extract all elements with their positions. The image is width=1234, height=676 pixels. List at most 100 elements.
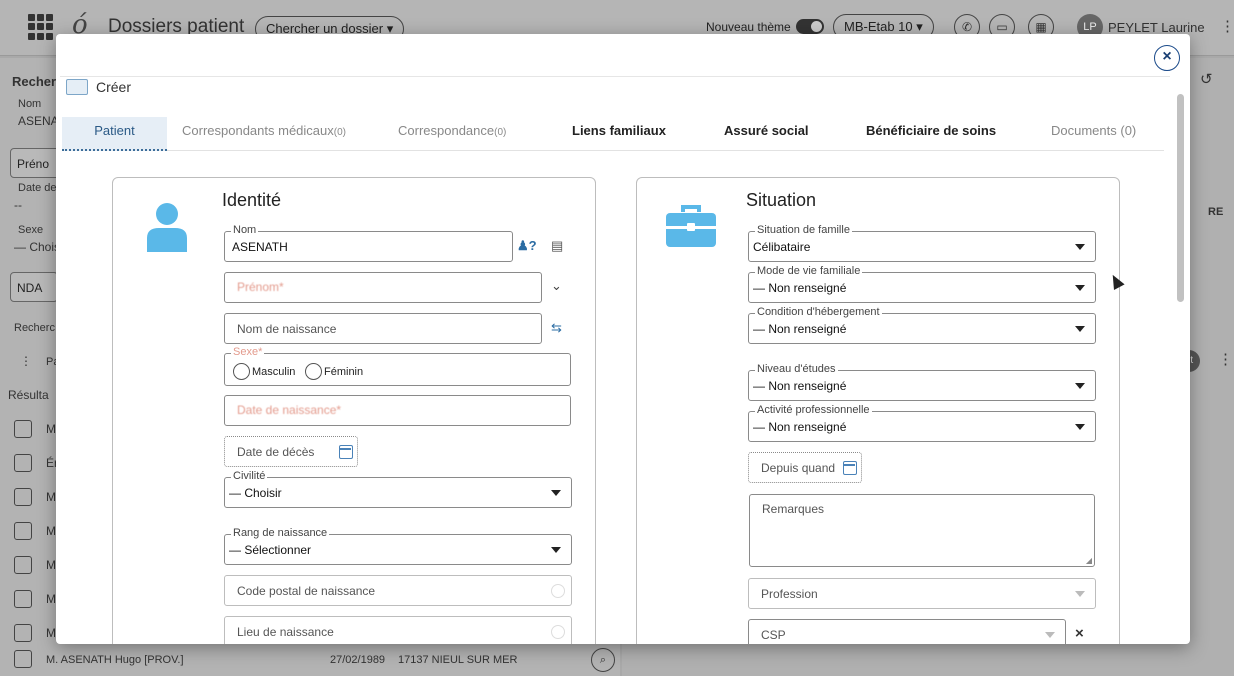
calendar-icon[interactable]	[843, 461, 857, 475]
etudes-select[interactable]: Niveau d'études — Non renseigné	[748, 363, 1096, 401]
rang-naissance-select[interactable]: Rang de naissance — Sélectionner	[224, 527, 572, 565]
sync-icon[interactable]: ⇆	[551, 320, 562, 336]
theme-toggle[interactable]	[796, 19, 824, 34]
user-name[interactable]: PEYLET Laurine	[1108, 20, 1205, 35]
row-checkbox[interactable]	[14, 556, 32, 574]
date-deces-field[interactable]: Date de décès	[224, 436, 358, 467]
chevron-down-icon[interactable]: ⌄	[551, 278, 562, 294]
rang-naissance-value: — Sélectionner	[229, 543, 312, 557]
hebergement-select[interactable]: Condition d'hébergement — Non renseigné	[748, 306, 1096, 344]
tab-patient[interactable]: Patient	[62, 117, 167, 151]
resize-handle-icon[interactable]: ◢	[1086, 556, 1092, 565]
etudes-value: — Non renseigné	[753, 379, 847, 393]
caret-down-icon	[1075, 383, 1085, 389]
row-checkbox[interactable]	[14, 590, 32, 608]
radio-feminin[interactable]: Féminin	[305, 363, 363, 380]
scroll-thumb[interactable]	[1177, 94, 1184, 302]
close-icon[interactable]: ×	[1154, 45, 1180, 71]
csp-placeholder: CSP	[761, 628, 786, 642]
tab-correspondants-medicaux[interactable]: Correspondants médicaux(0)	[182, 117, 346, 151]
breadcrumb: Créer	[66, 79, 131, 95]
nom-field[interactable]: Nom ASENATH	[224, 224, 513, 262]
theme-label: Nouveau thème	[706, 20, 791, 34]
depuis-quand-field[interactable]: Depuis quand	[748, 452, 862, 483]
id-card-icon	[66, 79, 88, 95]
remarques-textarea[interactable]: Remarques ◢	[749, 494, 1095, 567]
situation-famille-label: Situation de famille	[755, 224, 852, 236]
nda-field[interactable]: NDA	[10, 272, 58, 302]
csp-select[interactable]: CSP	[748, 619, 1066, 644]
radio-masculin[interactable]: Masculin	[233, 363, 295, 380]
date-naissance-placeholder: Date de naissance*	[237, 403, 342, 417]
lieu-naissance-placeholder: Lieu de naissance	[237, 625, 334, 639]
sexe-label: Sexe*	[231, 346, 265, 358]
tab-count: (0)	[494, 127, 507, 138]
calendar-icon[interactable]	[339, 445, 353, 459]
row-checkbox[interactable]	[14, 454, 32, 472]
radio-label: Féminin	[324, 365, 364, 378]
activite-value: — Non renseigné	[753, 420, 847, 434]
caret-down-icon	[1075, 326, 1085, 332]
chevron-down-icon: ▾	[916, 19, 923, 34]
clear-icon[interactable]: ×	[1075, 625, 1084, 642]
nom-naissance-field[interactable]: Nom de naissance	[224, 313, 542, 344]
date-naissance-field[interactable]: Date de naissance*	[224, 395, 571, 426]
tab-beneficiaire-de-soins[interactable]: Bénéficiaire de soins	[866, 117, 996, 151]
radio-button[interactable]	[305, 363, 322, 380]
lieu-naissance-field[interactable]: Lieu de naissance	[224, 616, 572, 644]
row-checkbox[interactable]	[14, 420, 32, 438]
modal-body: Créer Patient Correspondants médicaux(0)…	[60, 76, 1170, 644]
cp-naissance-placeholder: Code postal de naissance	[237, 584, 376, 598]
activite-label: Activité professionnelle	[755, 404, 872, 416]
id-card-icon[interactable]: ▤	[551, 238, 563, 254]
caret-down-icon	[551, 547, 561, 553]
rang-naissance-label: Rang de naissance	[231, 527, 330, 539]
radio-label: Masculin	[252, 365, 296, 378]
tab-documents[interactable]: Documents (0)	[1051, 117, 1136, 151]
situation-title: Situation	[746, 190, 817, 210]
profession-select[interactable]: Profession	[748, 578, 1096, 609]
prenom-field[interactable]: Prénom*	[224, 272, 542, 303]
caret-down-icon	[1075, 424, 1085, 430]
caret-down-icon	[1075, 285, 1085, 291]
tab-count: (0)	[333, 127, 346, 138]
tab-correspondance[interactable]: Correspondance(0)	[398, 117, 506, 151]
row-checkbox[interactable]	[14, 522, 32, 540]
caret-down-icon	[551, 490, 561, 496]
depuis-quand-placeholder: Depuis quand	[761, 461, 836, 475]
prenom-field[interactable]: Préno	[10, 148, 60, 178]
civilite-value: — Choisir	[229, 486, 282, 500]
identite-title: Identité	[222, 190, 282, 210]
loading-icon	[551, 625, 565, 639]
nom-label: Nom	[231, 224, 259, 236]
tab-assure-social[interactable]: Assuré social	[724, 117, 809, 151]
civilite-select[interactable]: Civilité — Choisir	[224, 470, 572, 508]
mode-vie-select[interactable]: Mode de vie familiale — Non renseigné	[748, 265, 1096, 303]
scrollbar[interactable]	[1176, 90, 1186, 630]
apps-grid-icon[interactable]	[28, 14, 54, 40]
situation-famille-select[interactable]: Situation de famille Célibataire	[748, 224, 1096, 262]
etablissement-label: MB-Etab 10	[844, 19, 913, 34]
history-icon[interactable]: ↺	[1200, 70, 1213, 88]
search-person-icon[interactable]: ♟?	[517, 238, 537, 254]
tab-label: Patient	[94, 123, 135, 138]
search-icon[interactable]: ⌕	[591, 648, 615, 672]
kebab-menu-icon[interactable]: ⋮	[1218, 350, 1233, 368]
row-checkbox[interactable]	[14, 650, 32, 668]
kebab-menu-icon[interactable]: ⋮	[1220, 17, 1234, 35]
row-checkbox[interactable]	[14, 624, 32, 642]
sexe-field: Sexe* Masculin Féminin	[224, 346, 571, 386]
civilite-label: Civilité	[231, 470, 268, 482]
identite-card: Identité Nom ASENATH ♟? ▤ Prénom* ⌄ Nom …	[112, 177, 596, 644]
situation-famille-value: Célibataire	[753, 240, 811, 254]
cp-naissance-field[interactable]: Code postal de naissance	[224, 575, 572, 606]
profession-placeholder: Profession	[761, 587, 818, 601]
tab-liens-familiaux[interactable]: Liens familiaux	[572, 117, 666, 151]
briefcase-icon	[666, 205, 716, 247]
etudes-label: Niveau d'études	[755, 363, 838, 375]
radio-button[interactable]	[233, 363, 250, 380]
caret-down-icon	[1075, 591, 1085, 597]
activite-select[interactable]: Activité professionnelle — Non renseigné	[748, 404, 1096, 442]
caret-down-icon	[1045, 632, 1055, 638]
row-checkbox[interactable]	[14, 488, 32, 506]
